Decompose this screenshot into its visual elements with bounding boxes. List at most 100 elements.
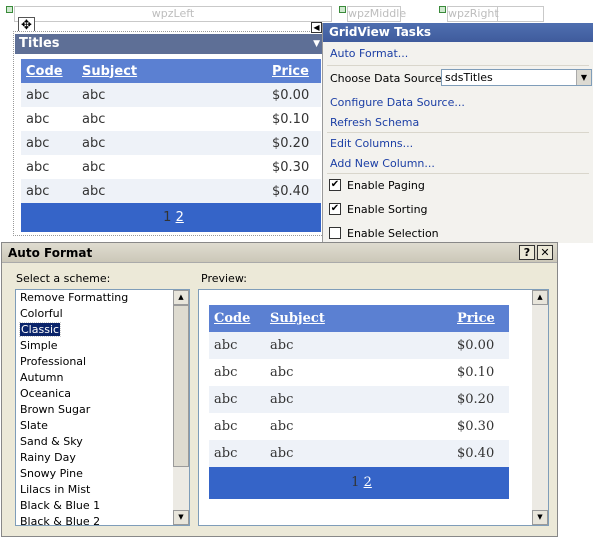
preview-label: Preview:	[201, 272, 247, 285]
table-row: abc abc $0.30	[209, 413, 509, 440]
grid-pager: 1 2	[21, 203, 321, 232]
scroll-down-icon[interactable]: ▼	[532, 510, 548, 525]
scheme-item[interactable]: Colorful	[16, 306, 189, 322]
scheme-label: Select a scheme:	[16, 272, 111, 285]
refresh-schema-link[interactable]: Refresh Schema	[330, 116, 419, 129]
cell-subject: abc	[77, 83, 264, 107]
zone-label-right: wpzRight	[447, 6, 499, 22]
cell-price: $0.00	[452, 332, 509, 359]
preview-pager-current: 1	[351, 475, 360, 490]
divider	[327, 173, 589, 174]
enable-selection-label: Enable Selection	[347, 227, 439, 240]
webpart-title-bar: Titles ▼	[15, 34, 324, 54]
column-header-subject[interactable]: Subject	[77, 59, 264, 83]
scheme-item[interactable]: Sand & Sky	[16, 434, 189, 450]
enable-sorting-checkbox[interactable]: ✔	[329, 203, 341, 215]
scheme-item[interactable]: Rainy Day	[16, 450, 189, 466]
configure-ds-link[interactable]: Configure Data Source...	[330, 96, 465, 109]
cell-price: $0.40	[264, 179, 321, 203]
scheme-item[interactable]: Lilacs in Mist	[16, 482, 189, 498]
divider	[327, 132, 589, 133]
cell-price: $0.30	[264, 155, 321, 179]
preview-header-subject: Subject	[265, 305, 452, 332]
webpart-titles: Titles ▼ Code Subject Price abc abc $0.0…	[13, 31, 326, 236]
table-row: abc abc $0.10	[209, 359, 509, 386]
scheme-item[interactable]: Black & Blue 2	[16, 514, 189, 525]
add-column-link[interactable]: Add New Column...	[330, 157, 435, 170]
cell-price: $0.10	[452, 359, 509, 386]
scheme-item[interactable]: Simple	[16, 338, 189, 354]
scheme-item[interactable]: Brown Sugar	[16, 402, 189, 418]
table-row: abc abc $0.00	[209, 332, 509, 359]
scheme-item[interactable]: Slate	[16, 418, 189, 434]
scheme-list[interactable]: Remove Formatting Colorful Classic Simpl…	[15, 289, 190, 526]
zone-right-border	[498, 6, 544, 22]
cell-subject: abc	[265, 386, 452, 413]
scheme-item[interactable]: Professional	[16, 354, 189, 370]
enable-paging-checkbox[interactable]: ✔	[329, 179, 341, 191]
cell-subject: abc	[77, 107, 264, 131]
scheme-item[interactable]: Black & Blue 1	[16, 498, 189, 514]
enable-sorting-label: Enable Sorting	[347, 203, 428, 216]
enable-paging-label: Enable Paging	[347, 179, 425, 192]
preview-pager-next: 2	[363, 475, 372, 490]
column-header-price[interactable]: Price	[264, 59, 321, 83]
cell-subject: abc	[265, 413, 452, 440]
preview-scrollbar[interactable]: ▲ ▼	[532, 290, 548, 525]
scheme-item[interactable]: Remove Formatting	[16, 290, 189, 306]
table-row: abc abc $0.10	[21, 107, 321, 131]
gridview-tasks-panel: GridView Tasks Auto Format... Choose Dat…	[322, 23, 593, 243]
scheme-item[interactable]: Autumn	[16, 370, 189, 386]
table-row: abc abc $0.30	[21, 155, 321, 179]
table-row: abc abc $0.20	[21, 131, 321, 155]
edit-columns-link[interactable]: Edit Columns...	[330, 137, 413, 150]
table-row: abc abc $0.20	[209, 386, 509, 413]
data-source-select[interactable]: sdsTitles ▼	[441, 69, 592, 86]
cell-subject: abc	[265, 359, 452, 386]
cell-code: abc	[209, 386, 265, 413]
cell-price: $0.00	[264, 83, 321, 107]
table-row: abc abc $0.00	[21, 83, 321, 107]
chevron-down-icon[interactable]: ▼	[576, 70, 591, 85]
cell-price: $0.10	[264, 107, 321, 131]
scheme-item[interactable]: Snowy Pine	[16, 466, 189, 482]
column-header-code[interactable]: Code	[21, 59, 77, 83]
zone-marker-middle	[339, 6, 346, 13]
preview-header-code: Code	[209, 305, 265, 332]
scroll-up-icon[interactable]: ▲	[173, 290, 189, 305]
smart-tag-icon[interactable]: ◀	[311, 22, 322, 33]
preview-pager: 1 2	[209, 467, 509, 499]
close-icon[interactable]: ✕	[537, 245, 553, 260]
cell-code: abc	[21, 179, 77, 203]
scheme-item-selected[interactable]: Classic	[16, 322, 189, 338]
pager-next-link[interactable]: 2	[176, 210, 184, 225]
help-icon[interactable]: ?	[519, 245, 535, 260]
table-row: abc abc $0.40	[21, 179, 321, 203]
cell-code: abc	[21, 83, 77, 107]
cell-subject: abc	[77, 155, 264, 179]
scroll-down-icon[interactable]: ▼	[173, 510, 189, 525]
cell-price: $0.20	[452, 386, 509, 413]
dialog-title: Auto Format	[8, 246, 93, 260]
auto-format-dialog: Auto Format ? ✕ Select a scheme: Preview…	[1, 242, 558, 537]
scheme-item[interactable]: Oceanica	[16, 386, 189, 402]
preview-header-price: Price	[452, 305, 509, 332]
auto-format-link[interactable]: Auto Format...	[330, 47, 408, 60]
cell-code: abc	[209, 359, 265, 386]
divider	[327, 65, 589, 66]
tasks-title: GridView Tasks	[323, 23, 593, 42]
cell-subject: abc	[265, 332, 452, 359]
cell-subject: abc	[77, 131, 264, 155]
cell-code: abc	[21, 131, 77, 155]
cell-code: abc	[21, 155, 77, 179]
scroll-up-icon[interactable]: ▲	[532, 290, 548, 305]
scheme-scrollbar[interactable]: ▲ ▼	[173, 290, 189, 525]
cell-code: abc	[21, 107, 77, 131]
cell-subject: abc	[265, 440, 452, 467]
pager-current: 1	[163, 210, 172, 225]
webpart-menu-icon[interactable]: ▼	[313, 34, 320, 54]
scroll-thumb[interactable]	[173, 305, 189, 467]
cell-code: abc	[209, 440, 265, 467]
cell-subject: abc	[77, 179, 264, 203]
enable-selection-checkbox[interactable]	[329, 227, 341, 239]
